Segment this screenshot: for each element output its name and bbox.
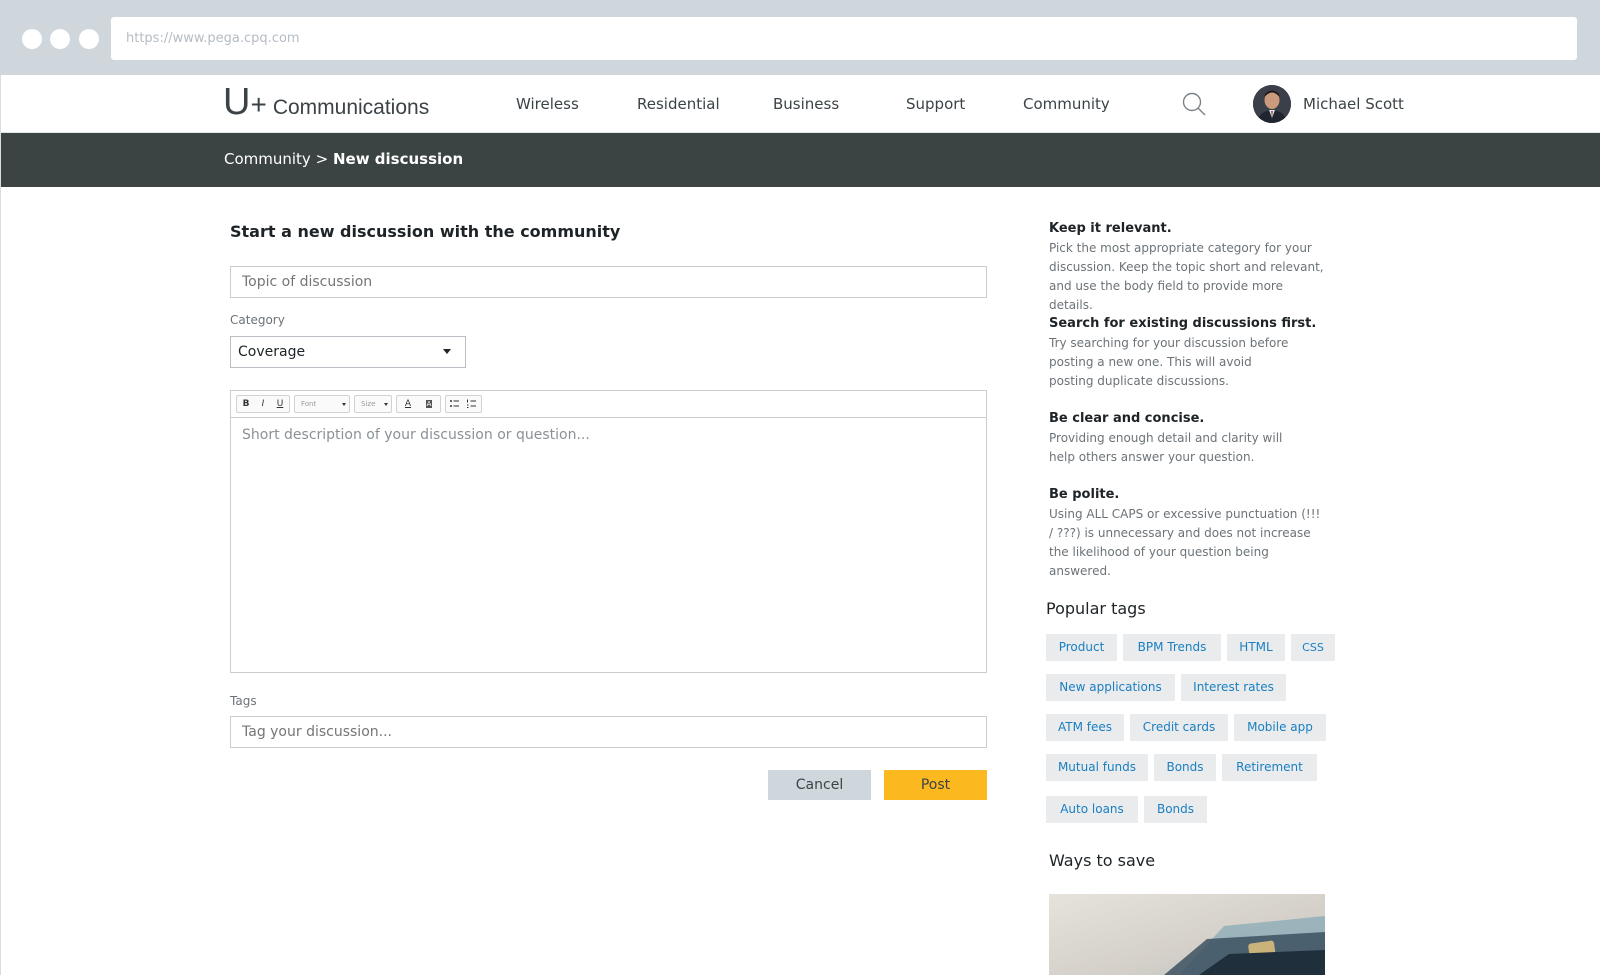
rich-text-editor: B I U Font Size A A Short description of…	[230, 390, 987, 673]
tag-new-applications[interactable]: New applications	[1046, 674, 1175, 701]
window-minimize-dot[interactable]	[50, 29, 70, 49]
discussion-body-input[interactable]: Short description of your discussion or …	[231, 418, 986, 672]
tag-product[interactable]: Product	[1046, 634, 1117, 661]
tag-html[interactable]: HTML	[1227, 634, 1285, 661]
tag-atm-fees[interactable]: ATM fees	[1046, 714, 1124, 741]
tip-body: Pick the most appropriate category for y…	[1049, 241, 1324, 312]
text-color-button[interactable]: A	[398, 396, 418, 412]
tip-title: Be clear and concise.	[1049, 411, 1205, 426]
text-color-icon: A	[404, 399, 412, 409]
nav-residential[interactable]: Residential	[637, 95, 720, 113]
highlight-icon: A	[425, 400, 433, 408]
tag-retirement[interactable]: Retirement	[1222, 754, 1317, 781]
underline-button[interactable]: U	[272, 396, 288, 412]
nav-support[interactable]: Support	[906, 95, 965, 113]
color-button-group: A A	[396, 395, 441, 413]
nav-community[interactable]: Community	[1023, 95, 1110, 113]
tag-auto-loans[interactable]: Auto loans	[1046, 796, 1138, 823]
user-avatar[interactable]	[1253, 85, 1291, 123]
tag-bpm-trends[interactable]: BPM Trends	[1123, 634, 1221, 661]
numbered-list-icon[interactable]	[464, 396, 480, 412]
nav-business[interactable]: Business	[773, 95, 839, 113]
format-button-group: B I U	[236, 395, 290, 413]
tip-title: Search for existing discussions first.	[1049, 316, 1317, 331]
form-title: Start a new discussion with the communit…	[230, 222, 621, 241]
ways-to-save-image[interactable]	[1049, 894, 1325, 975]
ways-to-save-title: Ways to save	[1049, 851, 1156, 870]
tags-input[interactable]	[230, 716, 987, 748]
breadcrumb-current: New discussion	[332, 150, 464, 168]
background-color-button[interactable]: A	[419, 396, 439, 412]
tip-body: Using ALL CAPS or excessive punctuation …	[1049, 507, 1321, 578]
category-value: Coverage	[238, 344, 306, 360]
chevron-down-icon	[384, 403, 388, 406]
topic-input[interactable]	[230, 266, 987, 298]
tag-mutual-funds[interactable]: Mutual funds	[1046, 754, 1148, 781]
tag-interest-rates[interactable]: Interest rates	[1181, 674, 1286, 701]
tags-label: Tags	[230, 694, 257, 708]
nav-wireless[interactable]: Wireless	[516, 95, 579, 113]
chevron-down-icon	[342, 403, 346, 406]
italic-button[interactable]: I	[255, 396, 271, 412]
category-select[interactable]: Coverage	[230, 336, 466, 368]
cancel-button[interactable]: Cancel	[768, 770, 871, 800]
list-button-group	[445, 395, 482, 413]
tip-title: Keep it relevant.	[1049, 221, 1172, 236]
post-button[interactable]: Post	[884, 770, 987, 800]
breadcrumb: Community > New discussion	[224, 150, 463, 168]
address-bar[interactable]: https://www.pega.cpq.com	[111, 17, 1577, 60]
font-select-label: Font	[301, 400, 317, 408]
tip-body: Providing enough detail and clarity will…	[1049, 431, 1283, 464]
tag-bonds[interactable]: Bonds	[1154, 754, 1216, 781]
breadcrumb-bar: Community > New discussion	[1, 133, 1600, 187]
brand-logo[interactable]: U+ Communications	[223, 81, 429, 124]
editor-toolbar: B I U Font Size A A	[231, 391, 986, 418]
bullet-list-icon[interactable]	[447, 396, 463, 412]
tag-css[interactable]: CSS	[1291, 634, 1335, 661]
search-icon[interactable]	[1181, 91, 1207, 117]
site-header: U+ Communications Wireless Residential Bu…	[1, 75, 1600, 133]
chevron-down-icon	[443, 349, 451, 354]
font-select[interactable]: Font	[294, 395, 350, 413]
logo-letter: U	[223, 81, 251, 123]
tag-credit-cards[interactable]: Credit cards	[1130, 714, 1228, 741]
size-select-label: Size	[361, 400, 376, 408]
tag-bonds[interactable]: Bonds	[1144, 796, 1207, 823]
site-frame: U+ Communications Wireless Residential Bu…	[0, 75, 1600, 975]
breadcrumb-separator: >	[315, 150, 329, 168]
browser-chrome: https://www.pega.cpq.com	[0, 0, 1600, 75]
popular-tags-title: Popular tags	[1046, 599, 1146, 618]
size-select[interactable]: Size	[354, 395, 392, 413]
tag-mobile-app[interactable]: Mobile app	[1234, 714, 1326, 741]
window-close-dot[interactable]	[22, 29, 42, 49]
user-name[interactable]: Michael Scott	[1303, 95, 1404, 113]
bold-button[interactable]: B	[238, 396, 254, 412]
breadcrumb-parent[interactable]: Community	[224, 150, 311, 168]
logo-plus: +	[250, 89, 267, 120]
tip-title: Be polite.	[1049, 487, 1120, 502]
category-label: Category	[230, 313, 285, 327]
window-maximize-dot[interactable]	[79, 29, 99, 49]
tip-body: Try searching for your discussion before…	[1049, 336, 1289, 388]
logo-name: Communications	[272, 96, 430, 119]
